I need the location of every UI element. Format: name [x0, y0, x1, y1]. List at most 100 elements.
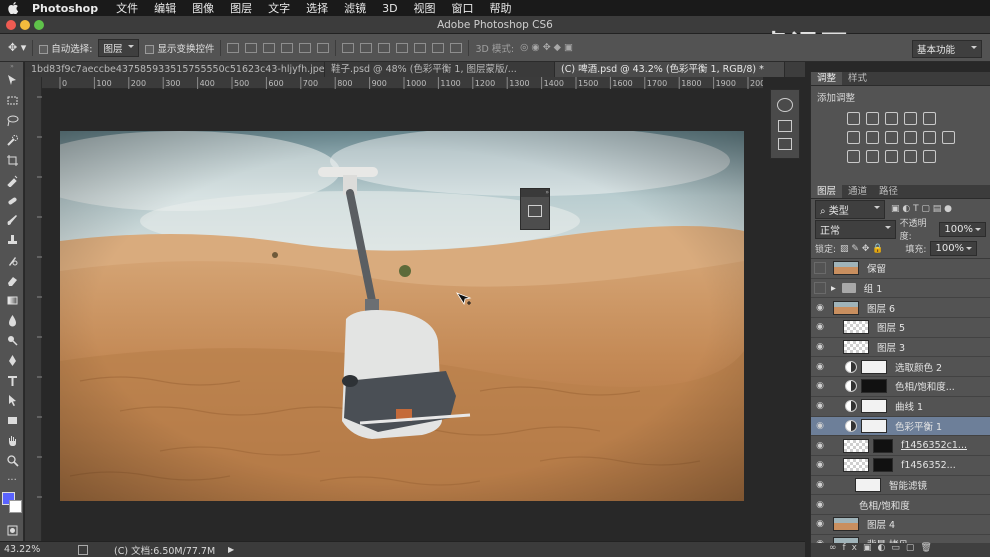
zoom-window-icon[interactable] [34, 20, 44, 30]
group-expand-icon[interactable]: ▸ [831, 283, 836, 294]
align-right-icon[interactable] [317, 42, 330, 53]
menu-layer[interactable]: 图层 [222, 0, 260, 16]
visibility-eye-icon[interactable]: ◉ [811, 460, 829, 470]
menu-type[interactable]: 文字 [260, 0, 298, 16]
shape-tool-icon[interactable] [0, 410, 24, 430]
crop-tool-icon[interactable] [0, 150, 24, 170]
tab-paths[interactable]: 路径 [873, 185, 904, 198]
channel-mixer-icon[interactable] [923, 131, 936, 144]
visibility-eye-icon[interactable]: ◉ [811, 322, 829, 332]
link-layers-icon[interactable]: ∞ [829, 543, 843, 553]
opacity-field[interactable]: 100% [939, 221, 986, 237]
floating-properties-panel[interactable]: » [520, 188, 550, 230]
brightness-contrast-icon[interactable] [847, 112, 860, 125]
visibility-eye-icon[interactable]: ◉ [811, 342, 829, 352]
eraser-tool-icon[interactable] [0, 270, 24, 290]
document-size[interactable]: (C) 文档:6.50M/77.7M [114, 543, 215, 557]
distribute-top-icon[interactable] [342, 42, 355, 53]
menu-select[interactable]: 选择 [298, 0, 336, 16]
menu-help[interactable]: 帮助 [482, 0, 520, 16]
posterize-icon[interactable] [866, 150, 879, 163]
status-export-icon[interactable] [78, 544, 88, 555]
auto-align-icon[interactable] [450, 42, 463, 53]
fx-icon[interactable]: fx [843, 543, 864, 553]
visibility-eye-icon[interactable]: ◉ [811, 303, 829, 313]
layer-thumbnail[interactable] [833, 300, 859, 315]
layer-thumbnail[interactable] [843, 438, 869, 453]
tab-shoes-psd[interactable]: 鞋子.psd @ 48% (色彩平衡 1, 图层蒙版/... [325, 62, 555, 77]
minimize-window-icon[interactable] [20, 20, 30, 30]
background-color-swatch[interactable] [9, 500, 22, 513]
align-top-icon[interactable] [227, 42, 240, 53]
layer-row[interactable]: ◉ 图层 5 [811, 318, 990, 338]
color-balance-icon[interactable] [866, 131, 879, 144]
edit-toolbar-icon[interactable]: ··· [0, 470, 24, 490]
healing-brush-tool-icon[interactable] [0, 190, 24, 210]
brush-tool-icon[interactable] [0, 210, 24, 230]
hue-saturation-icon[interactable] [847, 131, 860, 144]
tab-channels[interactable]: 通道 [842, 185, 873, 198]
layer-mask-thumbnail[interactable] [873, 438, 893, 453]
quick-select-tool-icon[interactable] [0, 130, 24, 150]
layer-row[interactable]: ◉ 曲线 1 [811, 397, 990, 417]
visibility-eye-icon[interactable]: ◉ [811, 421, 829, 431]
tab-styles[interactable]: 样式 [842, 72, 873, 85]
black-white-icon[interactable] [885, 131, 898, 144]
layer-thumbnail[interactable] [843, 458, 869, 473]
layer-row[interactable]: ◉ 选取颜色 2 [811, 357, 990, 378]
clone-stamp-tool-icon[interactable] [0, 230, 24, 250]
align-vcenter-icon[interactable] [245, 42, 258, 53]
swatches-icon[interactable] [778, 120, 792, 132]
eyedropper-tool-icon[interactable] [0, 170, 24, 190]
layer-row[interactable]: ◉ 色相/饱和度... [811, 377, 990, 397]
visibility-eye-icon[interactable]: ◉ [811, 381, 829, 391]
visibility-eye-icon[interactable]: ◉ [811, 500, 829, 510]
auto-select-dropdown[interactable]: 图层 [98, 38, 140, 57]
distribute-vcenter-icon[interactable] [360, 42, 373, 53]
color-swatches[interactable] [0, 490, 23, 520]
delete-layer-icon[interactable]: 🗑 [920, 543, 937, 553]
new-group-icon[interactable]: ▭ [891, 543, 906, 553]
curves-icon[interactable] [885, 112, 898, 125]
menu-view[interactable]: 视图 [406, 0, 444, 16]
menu-3d[interactable]: 3D [374, 2, 405, 15]
layer-row[interactable]: ◉ 色彩平衡 1 [811, 416, 990, 437]
menu-edit[interactable]: 编辑 [146, 0, 184, 16]
distribute-left-icon[interactable] [396, 42, 409, 53]
blur-tool-icon[interactable] [0, 310, 24, 330]
zoom-tool-icon[interactable] [0, 450, 24, 470]
align-bottom-icon[interactable] [263, 42, 276, 53]
fill-field[interactable]: 100% [930, 241, 978, 256]
layer-thumbnail[interactable] [855, 477, 881, 492]
zoom-level[interactable]: 43.22% [4, 544, 40, 555]
color-palette-icon[interactable] [777, 98, 793, 112]
layers-comp-icon[interactable] [778, 138, 792, 150]
apple-icon[interactable] [6, 1, 20, 15]
layer-row[interactable]: ◉ 图层 6 [811, 298, 990, 319]
visibility-eye-icon[interactable]: ◉ [811, 519, 829, 529]
new-adjustment-icon[interactable]: ◐ [878, 543, 892, 553]
align-hcenter-icon[interactable] [299, 42, 312, 53]
layer-mask-thumbnail[interactable] [861, 359, 887, 374]
distribute-hcenter-icon[interactable] [414, 42, 427, 53]
lasso-tool-icon[interactable] [0, 110, 24, 130]
layer-row[interactable]: ◉ 色相/饱和度 [811, 495, 990, 515]
blend-mode-dropdown[interactable]: 正常 [815, 219, 896, 239]
tab-layers[interactable]: 图层 [811, 185, 843, 198]
selective-color-icon[interactable] [923, 150, 936, 163]
lock-icons[interactable]: ▨ ✎ ✥ 🔒 [840, 244, 883, 254]
menu-window[interactable]: 窗口 [444, 0, 482, 16]
pen-tool-icon[interactable] [0, 350, 24, 370]
properties-icon[interactable] [528, 205, 542, 217]
invert-icon[interactable] [847, 150, 860, 163]
tab-adjustments[interactable]: 调整 [811, 72, 843, 85]
path-select-tool-icon[interactable] [0, 390, 24, 410]
visibility-empty-icon[interactable] [814, 282, 826, 295]
layer-filter-dropdown[interactable]: ⌕ 类型 [815, 199, 885, 219]
visibility-eye-icon[interactable]: ◉ [811, 441, 829, 451]
visibility-eye-icon[interactable]: ◉ [811, 362, 829, 372]
type-tool-icon[interactable] [0, 370, 24, 390]
photo-filter-icon[interactable] [904, 131, 917, 144]
exposure-icon[interactable] [904, 112, 917, 125]
threshold-icon[interactable] [885, 150, 898, 163]
